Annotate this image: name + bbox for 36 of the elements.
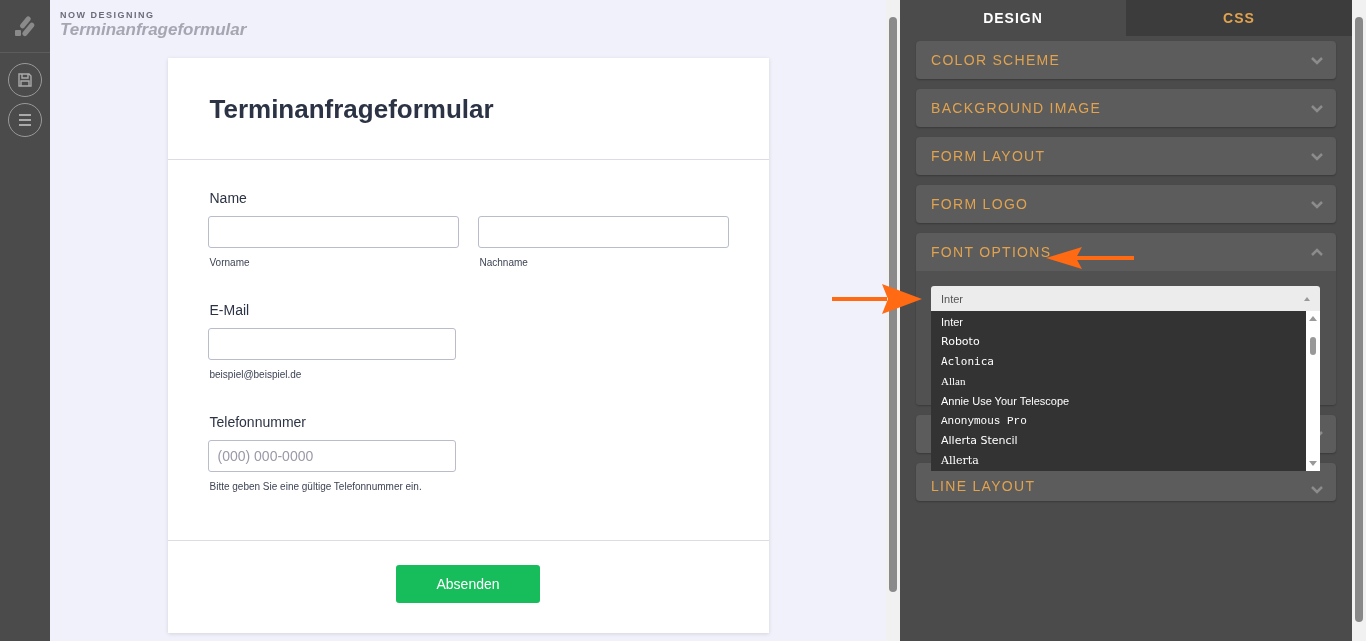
sublabel: Bitte geben Sie eine gültige Telefonnummer ein. <box>209 481 423 492</box>
section-title: COLOR SCHEME <box>931 52 1061 68</box>
field-label: E-Mail <box>209 302 251 318</box>
font-option[interactable]: Annie Use Your Telescope <box>931 391 1306 411</box>
form-name-title: Terminanfrageformular <box>60 20 247 40</box>
input-field[interactable] <box>207 216 459 248</box>
field-label: Name <box>209 190 248 206</box>
list-scrollbar[interactable] <box>1306 311 1320 471</box>
input-field[interactable] <box>477 216 729 248</box>
sublabel: beispiel@beispiel.de <box>209 369 303 380</box>
input-field[interactable]: (000) 000-0000 <box>207 440 456 472</box>
section-title: FORM LOGO <box>931 196 1029 212</box>
font-option[interactable]: Aclonica <box>931 351 1306 372</box>
field-label: Telefonnummer <box>209 414 307 430</box>
caret-icon <box>1304 296 1310 301</box>
font-option[interactable]: Anonymous Pro <box>931 411 1306 431</box>
menu-icon <box>18 114 32 126</box>
sublabel: Vorname <box>209 257 251 268</box>
section-title: FONT OPTIONS <box>931 244 1052 260</box>
logo-icon <box>13 14 37 38</box>
input-field[interactable] <box>207 328 456 360</box>
tab[interactable]: CSS <box>1126 0 1352 36</box>
canvas-scrollbar[interactable] <box>886 0 900 641</box>
sublabel: Nachname <box>479 257 529 268</box>
section-title: LINE LAYOUT <box>931 478 1036 494</box>
now-designing-label: NOW DESIGNING <box>60 10 156 20</box>
font-option[interactable]: Allan <box>931 371 1306 392</box>
form-title: Terminanfrageformular <box>167 58 769 160</box>
save-icon <box>18 73 32 87</box>
font-option[interactable]: Inter <box>931 312 1306 332</box>
font-option[interactable]: Roboto <box>931 331 1306 352</box>
panel-scrollbar[interactable] <box>1352 0 1366 641</box>
font-select[interactable]: Inter <box>931 286 1320 311</box>
font-option[interactable]: Allerta Stencil <box>931 430 1306 451</box>
section-title: FORM LAYOUT <box>931 148 1046 164</box>
section-title: BACKGROUND IMAGE <box>931 100 1102 116</box>
